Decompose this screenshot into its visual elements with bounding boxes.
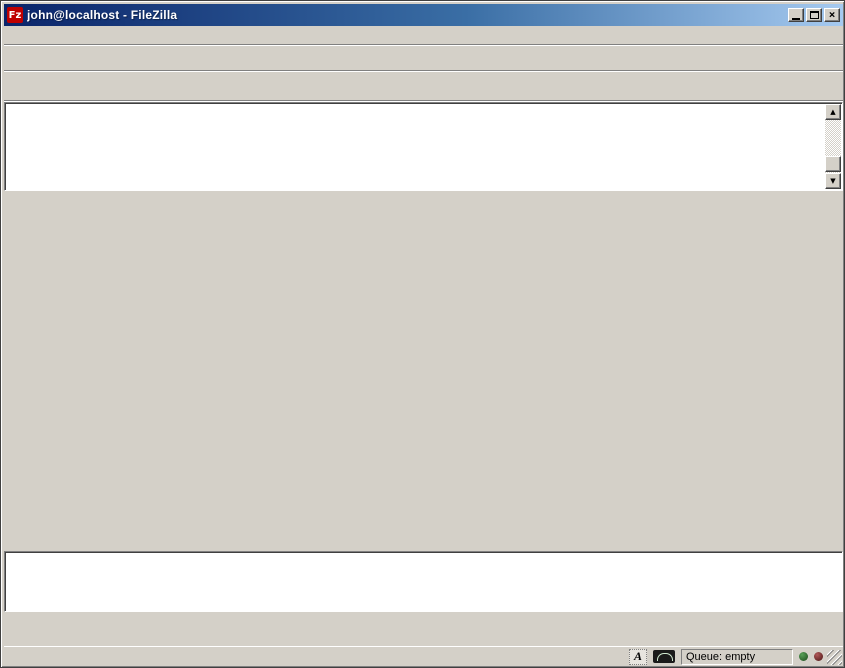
- close-button[interactable]: ×: [824, 8, 840, 22]
- maximize-icon: [810, 11, 819, 19]
- minimize-button[interactable]: [788, 8, 804, 22]
- scrollbar-thumb[interactable]: [825, 156, 841, 172]
- menubar: [4, 26, 843, 45]
- filezilla-window: Fz john@localhost - FileZilla × ▲ ▼ A Qu…: [0, 0, 845, 668]
- status-bar: A Queue: empty: [4, 646, 843, 666]
- toolbar: [4, 46, 843, 71]
- log-vertical-scrollbar[interactable]: ▲ ▼: [825, 104, 841, 189]
- minimize-icon: [792, 18, 800, 20]
- remote-panel: [425, 194, 843, 524]
- message-log: ▲ ▼: [4, 102, 843, 191]
- titlebar: Fz john@localhost - FileZilla ×: [4, 4, 843, 26]
- speed-limits-icon[interactable]: [653, 650, 675, 663]
- app-icon: Fz: [7, 7, 23, 23]
- local-panel: [4, 194, 422, 524]
- activity-led-green: [799, 652, 808, 661]
- scroll-up-icon[interactable]: ▲: [825, 104, 841, 120]
- activity-led-red: [814, 652, 823, 661]
- maximize-button[interactable]: [806, 8, 822, 22]
- transfer-queue-header: [4, 532, 843, 551]
- close-icon: ×: [829, 9, 836, 20]
- scroll-down-icon[interactable]: ▼: [825, 173, 841, 189]
- transfer-datatype-icon: A: [629, 649, 647, 665]
- transfer-queue-list[interactable]: [4, 551, 843, 612]
- quickconnect-bar: [4, 72, 843, 101]
- queue-tabs: [4, 612, 843, 634]
- queue-status-field: Queue: empty: [681, 649, 793, 665]
- window-title: john@localhost - FileZilla: [27, 8, 788, 22]
- resize-grip[interactable]: [827, 650, 842, 665]
